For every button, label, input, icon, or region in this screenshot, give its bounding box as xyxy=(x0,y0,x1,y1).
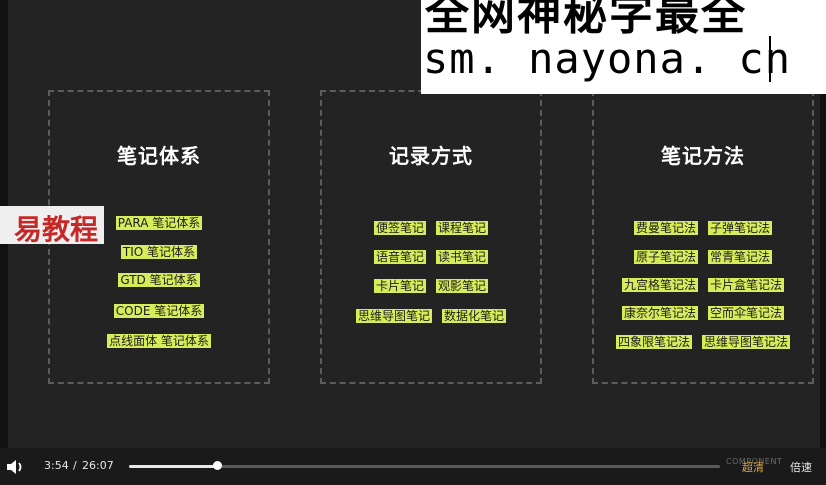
side-banner-text: 易教程 xyxy=(13,213,98,244)
watermark-overlay: 全网神秘字最全 sm. nayona. cn xyxy=(421,0,826,94)
recording-item: 卡片笔记 xyxy=(373,279,426,293)
note-system-item: PARA 笔记体系 xyxy=(115,216,203,230)
progress-fill xyxy=(129,465,218,468)
total-time: 26:07 xyxy=(82,459,114,472)
method-item: 费曼笔记法 xyxy=(633,221,698,235)
side-banner: 易教程 xyxy=(0,206,104,244)
method-item: 四象限笔记法 xyxy=(615,335,692,349)
method-item: 康奈尔笔记法 xyxy=(621,306,698,320)
method-item: 思维导图笔记法 xyxy=(702,335,791,349)
text-cursor xyxy=(769,36,771,82)
panel-title: 记录方式 xyxy=(389,144,473,168)
method-item: 卡片盒笔记法 xyxy=(708,278,785,292)
player-controls: 3:54 / 26:07 COMPONENT 超清 倍速 xyxy=(0,448,826,485)
recording-item: 思维导图笔记 xyxy=(355,309,432,323)
progress-bar[interactable] xyxy=(129,461,720,470)
panel-title: 笔记体系 xyxy=(117,144,201,168)
watermark-line2: sm. nayona. cn xyxy=(423,34,792,83)
note-system-item: 点线面体 笔记体系 xyxy=(107,334,211,348)
note-system-item: CODE 笔记体系 xyxy=(113,304,205,318)
quality-button[interactable]: 超清 xyxy=(742,459,764,475)
recording-item: 观影笔记 xyxy=(436,279,489,293)
recording-item: 数据化笔记 xyxy=(442,309,507,323)
note-system-item: GTD 笔记体系 xyxy=(118,273,200,287)
method-item: 九宫格笔记法 xyxy=(621,278,698,292)
recording-item: 语音笔记 xyxy=(373,250,426,264)
video-frame[interactable]: 笔记体系 PARA 笔记体系 TIO 笔记体系 GTD 笔记体系 CODE 笔记… xyxy=(0,0,826,448)
recording-item: 读书笔记 xyxy=(436,250,489,264)
progress-thumb[interactable] xyxy=(213,461,223,470)
panel-recording-methods: 记录方式 便签笔记 课程笔记 语音笔记 读书笔记 卡片笔记 观影笔记 思维导图笔记 数据… xyxy=(320,90,542,384)
method-item: 空而伞笔记法 xyxy=(708,306,785,320)
current-time: 3:54 xyxy=(44,459,69,472)
recording-item: 课程笔记 xyxy=(436,221,489,235)
recording-item: 便签笔记 xyxy=(373,221,426,235)
time-separator: / xyxy=(73,459,77,472)
panel-note-methods: 笔记方法 费曼笔记法 子弹笔记法 原子笔记法 常青笔记法 九宫格笔记法 卡片盒笔记法 … xyxy=(592,90,814,384)
volume-icon[interactable] xyxy=(6,458,26,476)
method-item: 常青笔记法 xyxy=(708,250,773,264)
note-system-item: TIO 笔记体系 xyxy=(120,245,198,259)
speed-button[interactable]: 倍速 xyxy=(790,459,812,475)
method-item: 原子笔记法 xyxy=(633,250,698,264)
method-item: 子弹笔记法 xyxy=(708,221,773,235)
panel-title: 笔记方法 xyxy=(661,144,745,168)
